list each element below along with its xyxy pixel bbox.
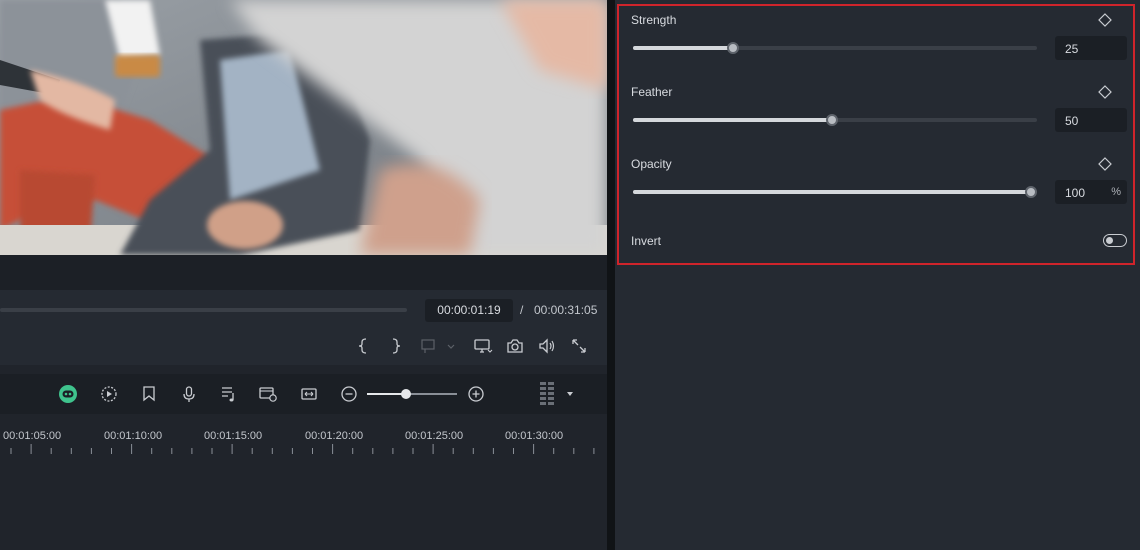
auto-play-icon[interactable] [99,384,119,404]
fullscreen-icon[interactable] [570,336,588,356]
ruler-label: 00:01:05:00 [3,430,62,442]
feather-value-input[interactable]: 50 [1055,108,1127,132]
strength-keyframe-icon[interactable] [1098,13,1112,27]
snapshot-disabled-icon[interactable] [418,336,458,356]
marker-icon[interactable] [139,384,159,404]
video-preview[interactable] [0,0,607,255]
invert-toggle-knob [1106,237,1113,244]
ruler-label: 00:01:30:00 [505,430,564,442]
preview-bottom-bar [0,255,607,290]
preview-frame-image [0,0,607,255]
ruler-label: 00:01:10:00 [104,430,163,442]
mark-out-icon[interactable] [390,336,402,356]
zoom-slider-thumb[interactable] [401,389,411,399]
strength-label: Strength [631,13,677,27]
volume-icon[interactable] [537,336,557,356]
opacity-unit: % [1111,186,1121,198]
speech-preview-icon[interactable] [258,384,278,404]
opacity-slider-thumb[interactable] [1025,186,1037,198]
invert-toggle[interactable] [1103,234,1127,247]
strength-value: 25 [1065,42,1079,56]
ruler-label: 00:01:15:00 [204,430,263,442]
opacity-value: 100 [1065,186,1086,200]
ruler-label: 00:01:20:00 [305,430,364,442]
feather-value: 50 [1065,114,1079,128]
time-separator: / [520,303,524,317]
zoom-in-icon[interactable] [466,384,486,404]
current-time: 00:00:01:19 [425,299,513,322]
panel-divider[interactable] [607,0,615,550]
opacity-label: Opacity [631,157,672,171]
audio-list-icon[interactable] [219,384,239,404]
total-duration: 00:00:31:05 [534,303,598,317]
strength-value-input[interactable]: 25 [1055,36,1127,60]
ruler-ticks [10,444,595,454]
feather-slider-fill [633,118,832,122]
strength-slider-thumb[interactable] [726,42,739,54]
ruler-label: 00:01:25:00 [405,430,464,442]
strength-slider-fill [633,46,733,50]
dropdown-icon[interactable] [563,384,577,404]
replace-icon[interactable] [299,384,319,404]
opacity-slider-fill [633,190,1031,194]
zoom-out-icon[interactable] [339,384,359,404]
microphone-icon[interactable] [179,384,199,404]
track-layout-icon[interactable] [537,381,557,407]
ai-copilot-icon[interactable] [58,384,78,404]
opacity-keyframe-icon[interactable] [1098,157,1112,171]
mark-in-icon[interactable] [357,336,369,356]
feather-label: Feather [631,85,673,99]
opacity-value-input[interactable]: 100 % [1055,180,1127,204]
feather-keyframe-icon[interactable] [1098,85,1112,99]
invert-label: Invert [631,234,662,248]
camera-icon[interactable] [505,336,525,356]
feather-slider-thumb[interactable] [826,114,838,126]
display-monitor-icon[interactable] [472,336,494,356]
playback-progress-track[interactable] [0,308,407,312]
